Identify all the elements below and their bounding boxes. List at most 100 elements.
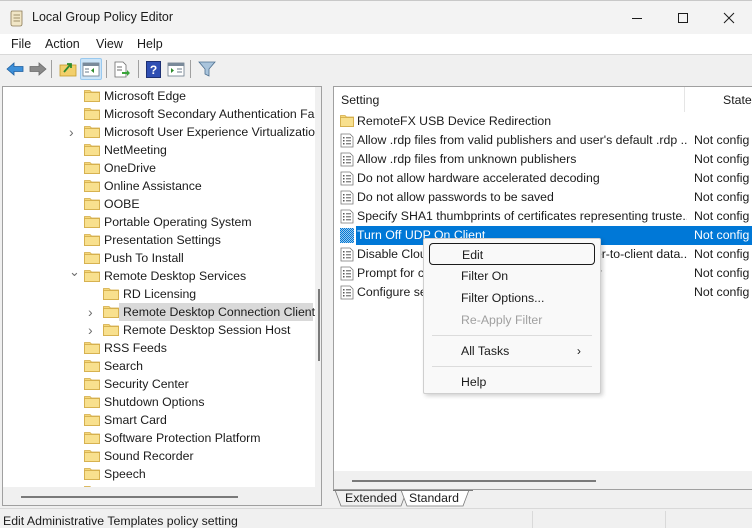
list-setting-row[interactable]: Do not allow passwords to be saved Not co… [334, 188, 752, 207]
maximize-icon [678, 13, 688, 23]
folder-icon [84, 269, 100, 282]
tree-item[interactable]: › Microsoft User Experience Virtualizatio… [3, 123, 321, 141]
tree-item[interactable]: ⌄ Remote Desktop Services [3, 264, 321, 285]
policy-setting-icon [340, 266, 354, 281]
tree-item[interactable]: OneDrive [3, 159, 321, 177]
policy-setting-icon [340, 247, 354, 262]
menu-file[interactable]: File [11, 37, 31, 51]
forward-button[interactable] [27, 58, 49, 80]
tree-item-label: Search [104, 359, 143, 373]
list-setting-row[interactable]: Specify SHA1 thumbprints of certificates… [334, 207, 752, 226]
setting-name: Do not allow passwords to be saved [357, 190, 554, 204]
list-setting-row[interactable]: Do not allow hardware accelerated decodi… [334, 169, 752, 188]
maximize-button[interactable] [660, 1, 706, 35]
setting-state: Not config [694, 247, 750, 261]
list-setting-row[interactable]: Allow .rdp files from valid publishers a… [334, 131, 752, 150]
tree-item[interactable]: Push To Install [3, 249, 321, 267]
tree-item-label: Smart Card [104, 413, 167, 427]
tree-item[interactable]: Security Center [3, 375, 321, 393]
back-button[interactable] [4, 58, 26, 80]
tab-standard[interactable]: Standard [409, 490, 459, 507]
filter-button[interactable] [196, 58, 218, 80]
tree-item[interactable]: Microsoft Secondary Authentication Facto… [3, 105, 321, 123]
folder-icon [103, 305, 119, 318]
submenu-arrow-icon: › [576, 344, 581, 358]
menu-view[interactable]: View [96, 37, 123, 51]
list-folder-row[interactable]: RemoteFX USB Device Redirection [334, 112, 752, 131]
menu-action[interactable]: Action [45, 37, 80, 51]
chevron-down-icon[interactable]: ⌄ [69, 263, 80, 281]
chevron-right-icon[interactable]: › [69, 123, 79, 141]
tree-item[interactable]: Search [3, 357, 321, 375]
title-bar: Local Group Policy Editor [0, 0, 752, 34]
tree-item[interactable]: Software Protection Platform [3, 429, 321, 447]
tree-vertical-scroll-thumb[interactable] [318, 289, 320, 361]
show-hide-console-tree-button[interactable] [80, 58, 102, 80]
context-menu-all-tasks[interactable]: All Tasks › [429, 340, 595, 362]
tree-item[interactable]: OOBE [3, 195, 321, 213]
folder-icon [84, 107, 100, 120]
tree-item[interactable]: Portable Operating System [3, 213, 321, 231]
tree-item[interactable]: Online Assistance [3, 177, 321, 195]
tree-item[interactable]: Presentation Settings [3, 231, 321, 249]
context-menu-help[interactable]: Help [429, 371, 595, 393]
list-setting-row[interactable]: Allow .rdp files from unknown publishers… [334, 150, 752, 169]
up-one-level-button[interactable] [57, 58, 79, 80]
tree-vertical-scrollbar[interactable] [315, 87, 321, 487]
tree-item[interactable]: Speech [3, 465, 321, 483]
folder-icon [84, 449, 100, 462]
tree-item[interactable]: RD Licensing [3, 285, 321, 303]
tree-item-label: Remote Desktop Services [104, 269, 247, 283]
folder-icon [84, 125, 100, 138]
tree-item[interactable]: Smart Card [3, 411, 321, 429]
context-menu-edit[interactable]: Edit [429, 243, 595, 265]
tree-item[interactable]: NetMeeting [3, 141, 321, 159]
context-menu-filter-options[interactable]: Filter Options... [429, 287, 595, 309]
policy-setting-icon [340, 209, 354, 224]
filter-icon [198, 61, 216, 77]
column-header-setting[interactable]: Setting [341, 93, 379, 107]
console-tree: Microsoft Edge Microsoft Secondary Authen… [2, 86, 322, 506]
policy-setting-icon [340, 228, 354, 243]
tree-item[interactable]: › Remote Desktop Connection Client [3, 303, 321, 321]
show-hide-action-pane-button[interactable] [165, 58, 187, 80]
close-button[interactable] [706, 1, 752, 35]
tree-item[interactable]: RSS Feeds [3, 339, 321, 357]
folder-icon [84, 251, 100, 264]
column-header-state[interactable]: State [723, 93, 752, 107]
tab-extended[interactable]: Extended [345, 490, 397, 507]
tree-item-label: Software Protection Platform [104, 431, 261, 445]
toolbar-separator [138, 60, 139, 78]
svg-text:?: ? [149, 63, 156, 77]
folder-icon [84, 431, 100, 444]
list-horizontal-scrollbar[interactable] [334, 471, 752, 489]
setting-name: Allow .rdp files from unknown publishers [357, 152, 577, 166]
menu-help[interactable]: Help [137, 37, 163, 51]
setting-name: Do not allow hardware accelerated decodi… [357, 171, 600, 185]
folder-icon [84, 467, 100, 480]
tree-item[interactable]: Shutdown Options [3, 393, 321, 411]
chevron-right-icon[interactable]: › [88, 321, 98, 339]
export-list-button[interactable] [111, 58, 133, 80]
context-menu-filter-on[interactable]: Filter On [429, 265, 595, 287]
list-horizontal-scroll-thumb[interactable] [352, 480, 596, 482]
folder-icon [84, 161, 100, 174]
tree-horizontal-scroll-thumb[interactable] [21, 496, 238, 498]
setting-state: Not config [694, 266, 750, 280]
help-button[interactable]: ? [142, 58, 164, 80]
setting-state: Not config [694, 152, 750, 166]
tree-item[interactable]: Sound Recorder [3, 447, 321, 465]
chevron-right-icon[interactable]: › [88, 303, 98, 321]
tree-item[interactable]: › Remote Desktop Session Host [3, 321, 321, 339]
tree-item[interactable]: Microsoft Edge [3, 87, 321, 105]
context-menu-separator [432, 335, 592, 336]
help-icon: ? [145, 60, 161, 78]
folder-icon [103, 287, 119, 300]
minimize-button[interactable] [614, 1, 660, 35]
folder-icon [84, 395, 100, 408]
folder-icon [84, 377, 100, 390]
column-divider[interactable] [684, 87, 685, 112]
tree-horizontal-scrollbar[interactable] [3, 487, 321, 505]
tree-item-label: Push To Install [104, 251, 184, 265]
policy-setting-icon [340, 285, 354, 300]
